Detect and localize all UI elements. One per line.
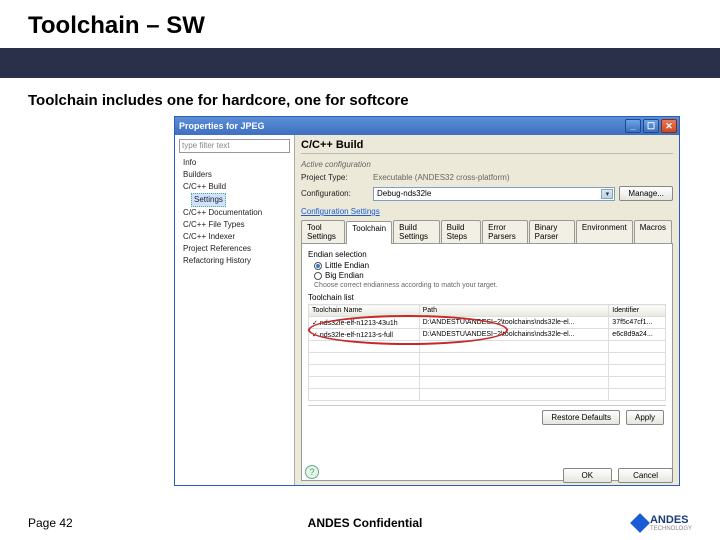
toolchain-list-label: Toolchain list — [308, 293, 666, 302]
table-row — [309, 365, 666, 377]
radio-icon — [314, 272, 322, 280]
col-path[interactable]: Path — [419, 305, 609, 317]
properties-dialog: Properties for JPEG _ ☐ ✕ type filter te… — [174, 116, 680, 486]
config-label: Configuration: — [301, 189, 369, 198]
page-number: Page 42 — [28, 516, 148, 530]
tree-info[interactable]: Info — [179, 157, 290, 169]
maximize-icon[interactable]: ☐ — [643, 119, 659, 133]
tree-builders[interactable]: Builders — [179, 169, 290, 181]
tree-refactor[interactable]: Refactoring History — [179, 255, 290, 267]
cell-path: D:\ANDESTU\ANDESI~2\toolchains\nds32le-e… — [419, 329, 609, 341]
tab-macros[interactable]: Macros — [634, 220, 672, 243]
col-id[interactable]: Identifier — [609, 305, 666, 317]
table-row — [309, 341, 666, 353]
table-row[interactable]: ✓ nds32le-elf-n1213-43u1h D:\ANDESTU\AND… — [309, 317, 666, 329]
radio-icon — [314, 262, 322, 270]
tree-cc-doc[interactable]: C/C++ Documentation — [179, 207, 290, 219]
window-title: Properties for JPEG — [179, 121, 623, 131]
tab-binary-parser[interactable]: Binary Parser — [529, 220, 575, 243]
table-row[interactable]: ✓ nds32le-elf-n1213-s-full D:\ANDESTU\AN… — [309, 329, 666, 341]
toolchain-table: Toolchain Name Path Identifier ✓ nds32le… — [308, 304, 666, 401]
help-icon[interactable]: ? — [305, 465, 319, 479]
config-value: Debug-nds32le — [377, 189, 431, 198]
slide-footer: Page 42 ANDES Confidential ANDESTECHNOLO… — [0, 514, 720, 532]
project-type-label: Project Type: — [301, 173, 369, 182]
andes-logo: ANDESTECHNOLOGY — [582, 514, 692, 532]
confidential-label: ANDES Confidential — [148, 516, 582, 530]
cell-id: 37f5c47cf1... — [609, 317, 666, 329]
tab-toolchain[interactable]: Toolchain — [346, 221, 392, 244]
logo-text: ANDES — [650, 514, 689, 526]
panel-button-row: Restore Defaults Apply — [308, 405, 666, 427]
tab-tool-settings[interactable]: Tool Settings — [301, 220, 345, 243]
close-icon[interactable]: ✕ — [661, 119, 677, 133]
dialog-body: type filter text Info Builders C/C++ Bui… — [175, 135, 679, 485]
slide-title: Toolchain – SW — [28, 12, 692, 40]
active-config-label: Active configuration — [301, 160, 673, 169]
settings-pane: C/C++ Build Active configuration Project… — [295, 135, 679, 485]
radio-little-endian[interactable]: Little Endian — [314, 261, 666, 270]
table-header: Toolchain Name Path Identifier — [309, 305, 666, 317]
config-combo[interactable]: Debug-nds32le ▾ — [373, 187, 615, 201]
tab-error-parsers[interactable]: Error Parsers — [482, 220, 528, 243]
filter-input[interactable]: type filter text — [179, 139, 290, 153]
tree-cc-file[interactable]: C/C++ File Types — [179, 219, 290, 231]
config-settings-link[interactable]: Configuration Settings — [301, 207, 673, 216]
radio-big-endian[interactable]: Big Endian — [314, 271, 666, 280]
table-row — [309, 377, 666, 389]
minimize-icon[interactable]: _ — [625, 119, 641, 133]
nav-tree: Info Builders C/C++ Build Settings C/C++… — [179, 157, 290, 267]
logo-subtext: TECHNOLOGY — [650, 526, 692, 532]
endian-section: Endian selection — [308, 250, 666, 259]
table-row — [309, 389, 666, 401]
tree-cc-build[interactable]: C/C++ Build — [179, 181, 290, 193]
cancel-button[interactable]: Cancel — [618, 468, 673, 483]
config-row: Configuration: Debug-nds32le ▾ Manage... — [301, 186, 673, 201]
filter-placeholder: type filter text — [182, 141, 230, 150]
nav-tree-pane: type filter text Info Builders C/C++ Bui… — [175, 135, 295, 485]
cell-path: D:\ANDESTU\ANDESI~2\toolchains\nds32le-e… — [419, 317, 609, 329]
window-titlebar: Properties for JPEG _ ☐ ✕ — [175, 117, 679, 135]
radio-little-label: Little Endian — [325, 261, 369, 270]
tab-build-steps[interactable]: Build Steps — [441, 220, 482, 243]
table-row — [309, 353, 666, 365]
slide-subtitle: Toolchain includes one for hardcore, one… — [0, 78, 720, 119]
tab-build-settings[interactable]: Build Settings — [393, 220, 440, 243]
radio-big-label: Big Endian — [325, 271, 364, 280]
cell-name: nds32le-elf-n1213-s-full — [320, 332, 393, 339]
dialog-button-row: OK Cancel — [563, 468, 673, 483]
col-name[interactable]: Toolchain Name — [309, 305, 420, 317]
restore-defaults-button[interactable]: Restore Defaults — [542, 410, 620, 425]
project-type-row: Project Type: Executable (ANDES32 cross-… — [301, 173, 673, 182]
apply-button[interactable]: Apply — [626, 410, 664, 425]
tree-refs[interactable]: Project References — [179, 243, 290, 255]
logo-diamond-icon — [630, 513, 650, 533]
tree-settings[interactable]: Settings — [179, 193, 290, 207]
project-type-value: Executable (ANDES32 cross-platform) — [373, 173, 510, 182]
manage-button[interactable]: Manage... — [619, 186, 673, 201]
tab-row: Tool Settings Toolchain Build Settings B… — [301, 220, 673, 244]
panel-title: C/C++ Build — [301, 139, 673, 154]
cell-name: nds32le-elf-n1213-43u1h — [320, 320, 398, 327]
slide: Toolchain – SW Toolchain includes one fo… — [0, 0, 720, 540]
tree-cc-indexer[interactable]: C/C++ Indexer — [179, 231, 290, 243]
toolchain-panel: Endian selection Little Endian Big Endia… — [301, 244, 673, 481]
ok-button[interactable]: OK — [563, 468, 613, 483]
slide-title-area: Toolchain – SW — [0, 0, 720, 78]
chevron-down-icon: ▾ — [601, 189, 613, 199]
tab-environment[interactable]: Environment — [576, 220, 633, 243]
cell-id: e6c8d9a24... — [609, 329, 666, 341]
endian-hint: Choose correct endianness according to m… — [314, 282, 666, 289]
